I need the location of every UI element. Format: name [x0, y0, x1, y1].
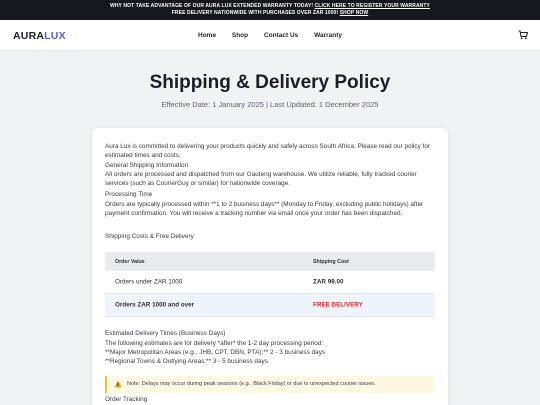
notice-text: Note: Delays may occur during peak seaso…: [127, 381, 376, 387]
nav-item-shop[interactable]: Shop: [232, 32, 248, 39]
general-paragraph: All orders are processed and dispatched …: [105, 171, 417, 188]
processing-heading: Processing Time: [105, 191, 153, 198]
metro-delivery-item: **Major Metropolitan Areas (e.g., JHB, C…: [105, 349, 326, 356]
policy-card: Aura Lux is committed to delivering your…: [92, 128, 448, 405]
intro-paragraph: Aura Lux is committed to delivering your…: [105, 143, 431, 160]
promo-line-1: WHY NOT TAKE ADVANTAGE OF OUR AURA LUX E…: [0, 3, 540, 10]
regional-delivery-item: **Regional Towns & Outlying Areas:** 3 -…: [105, 358, 268, 365]
delay-notice: Note: Delays may occur during peak seaso…: [105, 376, 435, 393]
column-header-shipping-cost: Shipping Cost: [313, 258, 349, 265]
shipping-cost-cell: FREE DELIVERY: [313, 301, 363, 309]
shop-now-link[interactable]: SHOP NOW: [340, 10, 369, 16]
table-header: Order Value Shipping Cost: [105, 252, 435, 271]
tracking-heading: Order Tracking: [105, 396, 148, 403]
promo-banner: WHY NOT TAKE ADVANTAGE OF OUR AURA LUX E…: [0, 0, 540, 20]
nav-item-warranty[interactable]: Warranty: [314, 32, 342, 39]
top-navigation: AURALUX Home Shop Contact Us Warranty: [0, 20, 540, 51]
table-row: Orders under ZAR 1000 ZAR 99.00: [105, 271, 435, 294]
warning-icon: [114, 380, 122, 388]
shipping-cost-table: Order Value Shipping Cost Orders under Z…: [105, 252, 435, 317]
shipping-cost-cell: ZAR 99.00: [313, 278, 344, 286]
page-subtitle: Effective Date: 1 January 2025 | Last Up…: [161, 100, 379, 109]
cart-icon[interactable]: [518, 30, 528, 40]
order-value-cell: Orders under ZAR 1000: [115, 278, 183, 286]
register-warranty-link[interactable]: CLICK HERE TO REGISTER YOUR WARRANTY: [315, 3, 430, 9]
promo-line-2: FREE DELIVERY NATIONWIDE WITH PURCHASES …: [0, 10, 540, 17]
nav-item-contact-us[interactable]: Contact Us: [264, 32, 298, 39]
column-header-order-value: Order Value: [115, 258, 145, 265]
costs-heading: Shipping Costs & Free Delivery: [105, 233, 194, 240]
table-row: Orders ZAR 1000 and over FREE DELIVERY: [105, 294, 435, 317]
nav-item-home[interactable]: Home: [198, 32, 216, 39]
promo-text-2: FREE DELIVERY NATIONWIDE WITH PURCHASES …: [171, 10, 339, 16]
page-title: Shipping & Delivery Policy: [149, 72, 391, 93]
estimated-paragraph: The following estimates are for delivery…: [105, 340, 324, 347]
main-menu: Home Shop Contact Us Warranty: [0, 32, 540, 39]
order-value-cell: Orders ZAR 1000 and over: [115, 301, 195, 309]
processing-paragraph: Orders are typically processed within **…: [105, 201, 424, 218]
estimated-heading: Estimated Delivery Times (Business Days): [105, 330, 226, 337]
general-heading: General Shipping Information: [105, 162, 189, 169]
promo-text-1: WHY NOT TAKE ADVANTAGE OF OUR AURA LUX E…: [110, 3, 314, 9]
